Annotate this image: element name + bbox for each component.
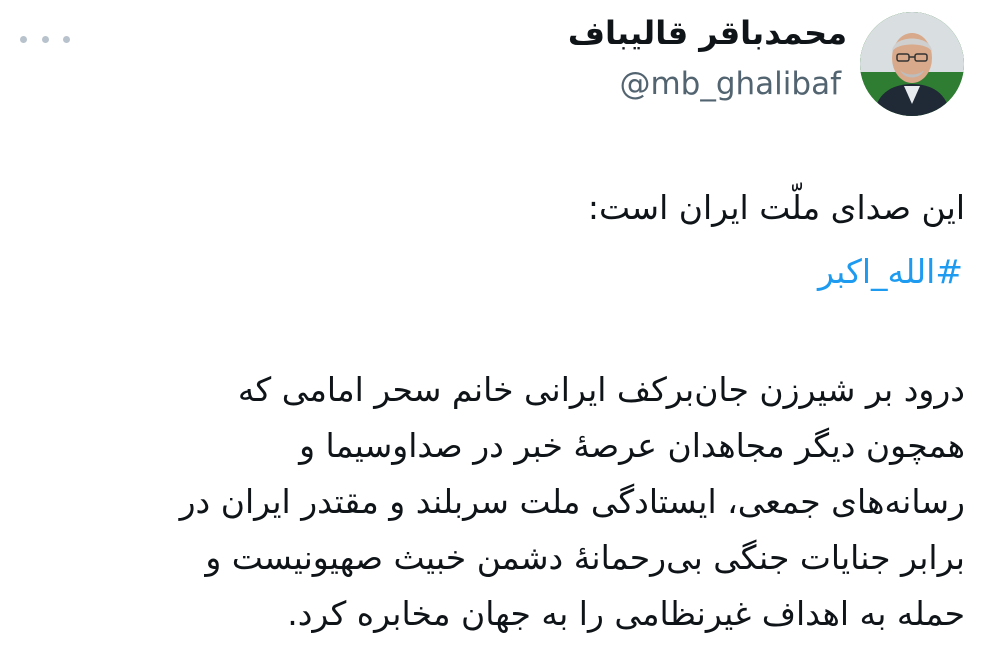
profile-photo-icon — [860, 12, 964, 116]
more-horizontal-icon-dot — [41, 35, 49, 43]
author-display-name[interactable]: محمدباقر قالیباف — [568, 14, 847, 52]
more-horizontal-icon-dot — [63, 35, 70, 43]
tweet: محمدباقر قالیباف @mb_ghalibaf این صدای م… — [0, 0, 999, 666]
tweet-header: محمدباقر قالیباف @mb_ghalibaf — [0, 0, 999, 130]
hashtag-link[interactable]: #الله_اکبر — [818, 252, 963, 291]
more-options-button[interactable] — [20, 24, 70, 54]
paragraph-line: برابر جنایات جنگی بی‌رحمانۀ دشمن خبیث صه… — [205, 538, 965, 577]
paragraph-line: همچون دیگر مجاهدان عرصۀ خبر در صداوسیما … — [299, 426, 965, 465]
paragraph-line: رسانه‌های جمعی، ایستادگی ملت سربلند و مق… — [179, 482, 965, 521]
tweet-text-line: این صدای ملّت ایران است: — [587, 188, 965, 227]
tweet-paragraph: درود بر شیرزن جان‌برکف ایرانی خانم سحر ا… — [25, 362, 965, 642]
more-horizontal-icon — [20, 35, 27, 43]
author-handle[interactable]: @mb_ghalibaf — [619, 66, 841, 102]
paragraph-line: حمله به اهداف غیرنظامی را به جهان مخابره… — [287, 594, 965, 633]
avatar[interactable] — [860, 12, 964, 116]
paragraph-line: درود بر شیرزن جان‌برکف ایرانی خانم سحر ا… — [237, 370, 965, 409]
